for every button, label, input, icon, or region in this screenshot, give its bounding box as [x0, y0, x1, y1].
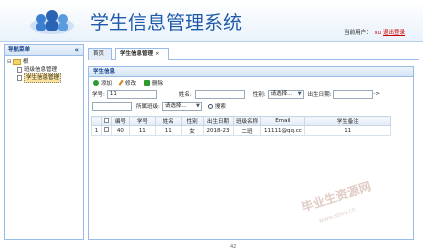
tab-label: 学生信息管理 — [120, 51, 154, 57]
tab-bar: 首页 学生信息管理 × — [88, 46, 419, 60]
edit-label: 修改 — [125, 80, 137, 87]
range-separator: -> — [373, 91, 381, 97]
rownum-header — [91, 116, 102, 126]
current-user-label: 当前用户： — [344, 30, 372, 36]
tree-root[interactable]: ⊟ 根 — [7, 58, 81, 66]
folder-icon — [13, 59, 21, 65]
sex-label: 性别: — [252, 92, 266, 98]
column-header[interactable]: 班级名称 — [232, 116, 262, 126]
student-table: 编号 学号 姓名 性别 出生日期 班级名称 Email 学生备注 1 40 11… — [91, 116, 391, 136]
user-info: 当前用户： su 退出登录 — [344, 28, 405, 36]
class-label: 所属班级: — [136, 104, 160, 110]
table-cell: 40 — [110, 125, 130, 136]
column-header[interactable]: 姓名 — [154, 116, 182, 126]
sidebar-item-label: 学生信息管理 — [24, 73, 62, 83]
table-header-row: 编号 学号 姓名 性别 出生日期 班级名称 Email 学生备注 — [91, 116, 391, 126]
nav-header: 导航菜单 « — [5, 45, 83, 56]
add-label: 添加 — [101, 80, 113, 87]
close-icon[interactable]: × — [155, 51, 160, 57]
search-label: 搜索 — [214, 104, 226, 110]
birth-from-input[interactable] — [333, 89, 374, 99]
people-logo-icon — [30, 10, 74, 34]
column-header[interactable]: 学号 — [128, 116, 156, 126]
column-header[interactable]: 编号 — [110, 116, 130, 126]
filter-row-2: 所属班级: 请选择... ▼ 搜索 — [89, 100, 413, 112]
class-select-value: 请选择... — [164, 102, 187, 109]
sno-label: 学号: — [92, 92, 105, 98]
pencil-icon — [118, 79, 125, 86]
table-row[interactable]: 1 40 11 11 女 2018-23 二班 11111@qq.cc 11 — [91, 125, 391, 136]
current-user-name: su — [374, 30, 381, 36]
select-all-checkbox[interactable] — [100, 116, 112, 126]
table-cell: 11 — [128, 125, 156, 136]
chevron-down-icon: ▼ — [196, 102, 200, 109]
table-cell: 11 — [304, 125, 391, 136]
table-cell: 二班 — [232, 125, 262, 136]
table-cell: 11111@qq.cc — [260, 125, 306, 136]
column-header[interactable]: 出生日期 — [202, 116, 234, 126]
panel-title: 学生信息 — [89, 67, 413, 77]
tab-home[interactable]: 首页 — [88, 48, 112, 60]
nav-title: 导航菜单 — [8, 47, 31, 53]
row-number: 1 — [91, 125, 102, 136]
name-input[interactable] — [194, 89, 245, 99]
class-select[interactable]: 请选择... ▼ — [161, 101, 202, 111]
name-label: 姓名: — [178, 92, 192, 98]
sno-input[interactable]: 11 — [106, 89, 157, 99]
app-header: 学生信息管理系统 当前用户： su 退出登录 — [0, 0, 423, 42]
chevron-down-icon: ▼ — [297, 90, 302, 97]
tab-label: 首页 — [93, 51, 105, 57]
app-title: 学生信息管理系统 — [90, 12, 243, 34]
sex-select[interactable]: 请选择... ▼ — [267, 89, 304, 99]
add-icon — [93, 79, 99, 86]
search-button[interactable]: 搜索 — [207, 102, 226, 110]
edit-button[interactable]: 修改 — [118, 79, 137, 87]
nav-panel: 导航菜单 « ⊟ 根 班级信息管理 学生信息管理 — [4, 44, 84, 240]
collapse-icon[interactable]: « — [74, 45, 79, 55]
student-panel: 学生信息 添加 修改 删除 学号: 11 姓名: 性别: 请选择... ▼ 出生日… — [88, 66, 414, 240]
sidebar-item-student-management[interactable]: 学生信息管理 — [7, 73, 81, 83]
table-cell: 11 — [154, 125, 182, 136]
column-header[interactable]: 学生备注 — [304, 116, 391, 126]
page-number: 42 — [230, 244, 237, 250]
toolbar: 添加 修改 删除 — [89, 77, 413, 88]
filter-row-1: 学号: 11 姓名: 性别: 请选择... ▼ 出生日期: -> — [89, 88, 413, 100]
search-icon — [207, 103, 213, 109]
file-icon — [17, 75, 22, 81]
column-header[interactable]: Email — [260, 116, 306, 126]
nav-tree: ⊟ 根 班级信息管理 学生信息管理 — [5, 56, 83, 84]
delete-button[interactable]: 删除 — [144, 79, 163, 87]
tab-student-management[interactable]: 学生信息管理 × — [115, 48, 169, 60]
column-header[interactable]: 性别 — [180, 116, 204, 126]
row-checkbox[interactable] — [100, 125, 112, 136]
table-cell: 女 — [180, 125, 204, 136]
delete-icon — [144, 79, 151, 86]
delete-label: 删除 — [152, 80, 164, 87]
birth-to-input[interactable] — [92, 101, 132, 111]
sex-select-value: 请选择... — [270, 90, 293, 97]
logout-link[interactable]: 退出登录 — [383, 30, 405, 36]
table-cell: 2018-23 — [202, 125, 234, 136]
birth-label: 出生日期: — [307, 92, 332, 98]
add-button[interactable]: 添加 — [93, 79, 112, 87]
file-icon — [17, 67, 22, 73]
tree-root-label: 根 — [23, 59, 29, 65]
